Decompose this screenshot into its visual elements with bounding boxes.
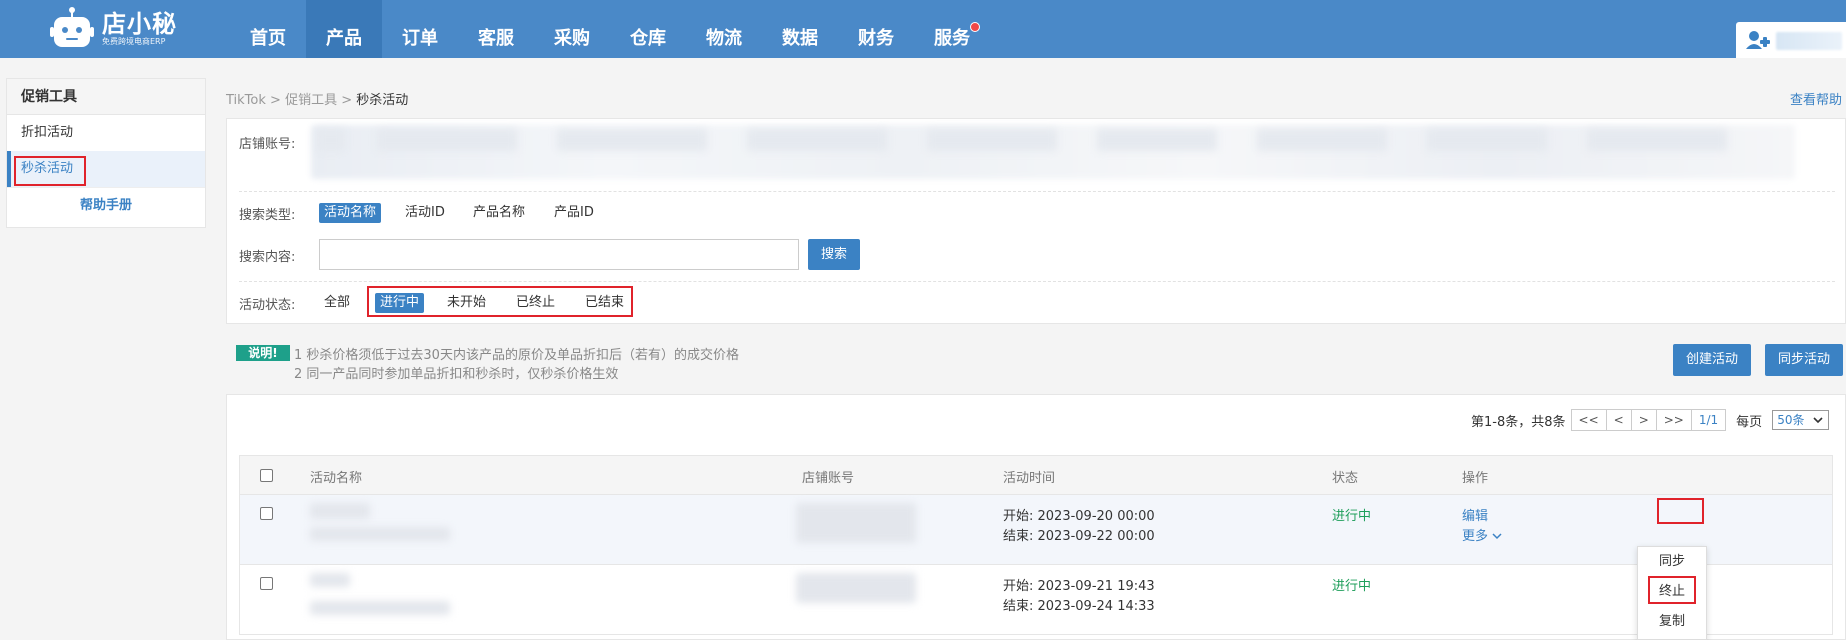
search-type-activity-id[interactable]: 活动ID [400,203,450,223]
pager-summary: 第1-8条，共8条 [1471,414,1566,430]
chevron-down-icon [1492,533,1502,540]
nav-logistics[interactable]: 物流 [686,0,762,58]
shop-account-redacted [796,573,916,603]
header-activity-name: 活动名称 [310,471,363,486]
table-row: 开始: 2023-09-20 00:00 结束: 2023-09-22 00:0… [239,495,1833,565]
search-input[interactable] [319,239,799,270]
notice-line-2: 2 同一产品同时参加单品折扣和秒杀时，仅秒杀价格生效 [294,367,619,382]
more-menu[interactable]: 更多 [1462,525,1502,544]
sidebar-item-discount[interactable]: 折扣活动 [7,115,205,151]
pager-last-button[interactable]: >> [1655,409,1692,431]
nav-product[interactable]: 产品 [306,0,382,58]
highlight-frame-status [367,286,633,317]
row-checkbox[interactable] [260,507,273,520]
row-status: 进行中 [1332,579,1372,594]
breadcrumb-parent[interactable]: 促销工具 [285,93,337,108]
table-header: 活动名称 店铺账号 活动时间 状态 操作 [239,455,1833,495]
row-end-time: 结束: 2023-09-22 00:00 [1003,529,1155,544]
chevron-down-icon [1813,417,1824,424]
user-name-redacted [1776,32,1842,50]
breadcrumb-current: 秒杀活动 [356,93,409,108]
nav-data[interactable]: 数据 [762,0,838,58]
nav-service[interactable]: 服务 [914,0,990,58]
top-navbar: 店小秘 免费跨境电商ERP 首页 产品 订单 客服 采购 仓库 物流 数据 财务… [0,0,1846,58]
user-icon [1746,30,1772,54]
nav-warehouse[interactable]: 仓库 [610,0,686,58]
header-activity-time: 活动时间 [1003,471,1056,486]
sidebar: 促销工具 折扣活动 秒杀活动 帮助手册 [6,78,206,228]
notice-line-1: 1 秒杀价格须低于过去30天内该产品的原价及单品折扣后（若有）的成交价格 [294,348,739,363]
header-status: 状态 [1332,471,1359,486]
status-all[interactable]: 全部 [319,293,355,313]
search-button[interactable]: 搜索 [808,239,860,270]
activity-table: 活动名称 店铺账号 活动时间 状态 操作 开始: 2023-09-20 00:0… [239,455,1833,635]
table-row: 开始: 2023-09-21 19:43 结束: 2023-09-24 14:3… [239,565,1833,635]
create-activity-button[interactable]: 创建活动 [1673,344,1751,376]
sync-activity-button[interactable]: 同步活动 [1765,344,1843,376]
header-operations: 操作 [1462,471,1489,486]
select-all-checkbox[interactable] [260,469,273,482]
logo-title: 店小秘 [102,10,177,38]
sidebar-help-link[interactable]: 帮助手册 [7,187,205,223]
search-type-label: 搜索类型: [239,208,296,223]
sidebar-title: 促销工具 [7,79,205,115]
pager-first-button[interactable]: << [1570,409,1607,431]
shop-account-label: 店铺账号: [239,137,296,152]
highlight-frame-sidebar [14,156,86,186]
nav-orders[interactable]: 订单 [382,0,458,58]
search-content-label: 搜索内容: [239,250,296,265]
header-shop-account: 店铺账号 [802,471,855,486]
shop-account-redacted [796,503,916,543]
user-menu[interactable] [1736,22,1846,58]
edit-link[interactable]: 编辑 [1462,505,1488,524]
row-start-time: 开始: 2023-09-21 19:43 [1003,579,1155,594]
logo-subtitle: 免费跨境电商ERP [102,37,166,46]
notice-tag: 说明! [236,345,290,361]
activity-status-label: 活动状态: [239,298,296,313]
row-status: 进行中 [1332,509,1372,524]
row-end-time: 结束: 2023-09-24 14:33 [1003,599,1155,614]
notification-dot [970,22,980,32]
pagination: 第1-8条，共8条 << < > >> 1/1 每页 50条 [1471,409,1830,431]
row-start-time: 开始: 2023-09-20 00:00 [1003,509,1155,524]
nav-finance[interactable]: 财务 [838,0,914,58]
highlight-frame-edit [1657,498,1704,524]
breadcrumb-root[interactable]: TikTok [226,93,266,108]
pager-next-button[interactable]: > [1630,409,1657,431]
pager-current-page: 1/1 [1690,409,1727,431]
nav-customer-service[interactable]: 客服 [458,0,534,58]
search-type-activity-name[interactable]: 活动名称 [319,203,382,223]
menu-item-copy[interactable]: 复制 [1638,607,1706,637]
nav-purchase[interactable]: 采购 [534,0,610,58]
search-type-product-id[interactable]: 产品ID [549,203,599,223]
view-help-link[interactable]: 查看帮助 [1790,89,1842,108]
nav-home[interactable]: 首页 [230,0,306,58]
pager-prev-button[interactable]: < [1605,409,1632,431]
table-panel: 第1-8条，共8条 << < > >> 1/1 每页 50条 活动名称 店铺账号… [226,394,1846,640]
main-nav: 首页 产品 订单 客服 采购 仓库 物流 数据 财务 服务 [230,0,990,58]
search-type-product-name[interactable]: 产品名称 [468,203,530,223]
menu-item-sync[interactable]: 同步 [1638,547,1706,577]
breadcrumb: TikTok > 促销工具 > 秒杀活动 [226,93,409,108]
row-checkbox[interactable] [260,577,273,590]
logo[interactable]: 店小秘 免费跨境电商ERP [48,5,188,53]
robot-logo-icon [48,5,96,53]
per-page-select[interactable]: 50条 [1772,410,1830,430]
highlight-frame-terminate [1648,576,1696,604]
per-page-label: 每页 [1736,414,1763,430]
